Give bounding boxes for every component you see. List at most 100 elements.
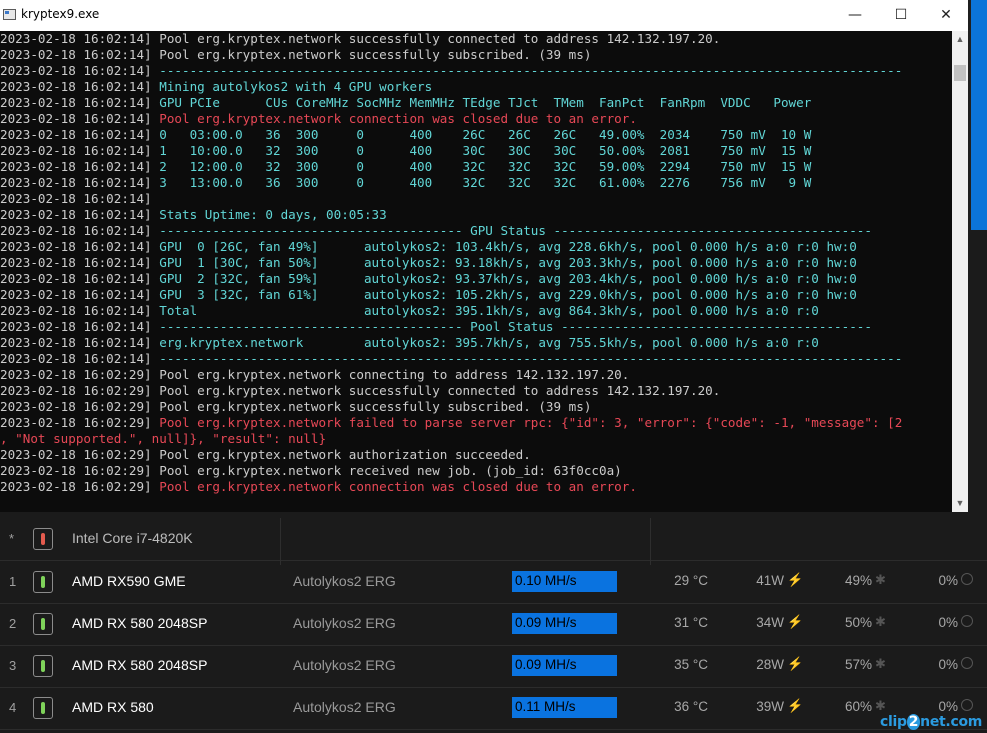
utilization-value: 0%	[938, 573, 958, 588]
temperature-value: 29 °C	[674, 573, 708, 588]
fan-speed-value: 57%	[844, 657, 872, 672]
log-message: 3 13:00.0 36 300 0 400 32C 32C 32C 61.00…	[159, 175, 812, 190]
log-message: Mining autolykos2 with 4 GPU workers	[159, 79, 433, 94]
log-message: Pool erg.kryptex.network connection was …	[159, 111, 637, 126]
console-line: 2023-02-18 16:02:14] -------------------…	[0, 351, 952, 367]
console-output[interactable]: 2023-02-18 16:02:14] Pool erg.kryptex.ne…	[0, 31, 952, 512]
utilization-value: 0%	[938, 657, 958, 672]
watermark-logo: clip 2 net.com	[880, 714, 982, 730]
log-timestamp: 2023-02-18 16:02:14]	[0, 255, 152, 270]
log-message: Stats Uptime: 0 days, 00:05:33	[159, 207, 387, 222]
hashrate-value: 0.10 MH/s	[515, 573, 577, 588]
title-bar[interactable]: kryptex9.exe — ☐ ✕	[0, 0, 968, 31]
maximize-button[interactable]: ☐	[878, 0, 924, 31]
algorithm-label: Autolykos2 ERG	[293, 615, 396, 631]
log-timestamp: 2023-02-18 16:02:29]	[0, 415, 152, 430]
log-timestamp: 2023-02-18 16:02:29]	[0, 399, 152, 414]
scrollbar-thumb[interactable]	[954, 65, 966, 81]
scroll-up-arrow-icon[interactable]: ▲	[952, 31, 968, 48]
device-name: AMD RX 580	[72, 699, 154, 715]
minimize-button[interactable]: —	[832, 0, 878, 31]
log-message: GPU 0 [26C, fan 49%] autolykos2: 103.4kh…	[159, 239, 857, 254]
gpu-row[interactable]: 1 AMD RX590 GME Autolykos2 ERG 0.10 MH/s 29 …	[0, 561, 987, 604]
log-timestamp: 2023-02-18 16:02:14]	[0, 31, 152, 46]
log-message: Total autolykos2: 395.1kh/s, avg 864.3kh…	[159, 303, 819, 318]
console-line: 2023-02-18 16:02:29] Pool erg.kryptex.ne…	[0, 447, 952, 463]
log-timestamp: 2023-02-18 16:02:14]	[0, 303, 152, 318]
scroll-down-arrow-icon[interactable]: ▼	[952, 495, 968, 512]
gauge-icon	[961, 657, 973, 669]
log-message: 0 03:00.0 36 300 0 400 26C 26C 26C 49.00…	[159, 127, 812, 142]
console-line: 2023-02-18 16:02:14] 3 13:00.0 36 300 0 …	[0, 175, 952, 191]
log-timestamp: 2023-02-18 16:02:14]	[0, 207, 152, 222]
log-message: 1 10:00.0 32 300 0 400 30C 30C 30C 50.00…	[159, 143, 812, 158]
console-line: 2023-02-18 16:02:14] Stats Uptime: 0 day…	[0, 207, 952, 223]
algorithm-label: Autolykos2 ERG	[293, 657, 396, 673]
console-line: 2023-02-18 16:02:14] GPU 0 [26C, fan 49%…	[0, 239, 952, 255]
row-index: *	[9, 531, 15, 546]
log-message: 2 12:00.0 32 300 0 400 32C 32C 32C 59.00…	[159, 159, 812, 174]
gpu-row[interactable]: 3 AMD RX 580 2048SP Autolykos2 ERG 0.09 MH/…	[0, 645, 987, 688]
watermark-suffix: net.com	[920, 714, 983, 730]
console-line: 2023-02-18 16:02:14]	[0, 191, 952, 207]
cpu-row[interactable]: * Intel Core i7-4820K	[0, 518, 987, 565]
log-timestamp: 2023-02-18 16:02:14]	[0, 175, 152, 190]
power-bolt-icon: ⚡	[787, 572, 804, 587]
console-line: 2023-02-18 16:02:14] Total autolykos2: 3…	[0, 303, 952, 319]
log-message: Pool erg.kryptex.network successfully co…	[159, 31, 721, 46]
console-line: , "Not supported.", null]}, "result": nu…	[0, 431, 952, 447]
console-line: 2023-02-18 16:02:29] Pool erg.kryptex.ne…	[0, 463, 952, 479]
temperature-value: 35 °C	[674, 657, 708, 672]
column-divider	[280, 518, 281, 565]
vertical-scrollbar[interactable]: ▲ ▼	[952, 31, 968, 512]
log-timestamp: 2023-02-18 16:02:14]	[0, 319, 152, 334]
log-timestamp: 2023-02-18 16:02:14]	[0, 143, 152, 158]
temperature-value: 36 °C	[674, 699, 708, 714]
gpu-card-icon	[33, 613, 53, 635]
log-timestamp: 2023-02-18 16:02:14]	[0, 95, 152, 110]
log-timestamp: 2023-02-18 16:02:29]	[0, 463, 152, 478]
watermark-mid: 2	[906, 714, 921, 730]
log-message: Pool erg.kryptex.network successfully su…	[159, 47, 592, 62]
close-button[interactable]: ✕	[923, 0, 969, 31]
device-name: AMD RX590 GME	[72, 573, 186, 589]
gpu-row[interactable]: 2 AMD RX 580 2048SP Autolykos2 ERG 0.09 MH/…	[0, 603, 987, 646]
hashrate-value: 0.11 MH/s	[515, 699, 576, 714]
hashrate-value: 0.09 MH/s	[515, 615, 577, 630]
power-value: 41W	[756, 573, 784, 588]
cpu-chip-icon	[33, 528, 53, 550]
power-bolt-icon: ⚡	[787, 614, 804, 629]
fan-icon: ✱	[875, 614, 886, 629]
log-message: Pool erg.kryptex.network connection was …	[159, 479, 637, 494]
row-index: 2	[9, 616, 17, 631]
device-name: Intel Core i7-4820K	[72, 530, 193, 546]
console-line: 2023-02-18 16:02:14] GPU 3 [32C, fan 61%…	[0, 287, 952, 303]
log-timestamp: 2023-02-18 16:02:14]	[0, 223, 152, 238]
gpu-row[interactable]: 4 AMD RX 580 Autolykos2 ERG 0.11 MH/s 36 °C 3…	[0, 687, 987, 730]
console-line: 2023-02-18 16:02:29] Pool erg.kryptex.ne…	[0, 479, 952, 495]
console-line: 2023-02-18 16:02:14] Pool erg.kryptex.ne…	[0, 31, 952, 47]
console-line: 2023-02-18 16:02:14] Pool erg.kryptex.ne…	[0, 111, 952, 127]
log-message: Pool erg.kryptex.network received new jo…	[159, 463, 622, 478]
hashrate-bar: 0.11 MH/s	[512, 697, 617, 718]
column-divider	[650, 518, 651, 565]
console-app-icon	[3, 9, 16, 20]
console-line: 2023-02-18 16:02:14] GPU PCIe CUs CoreMH…	[0, 95, 952, 111]
hashrate-bar: 0.10 MH/s	[512, 571, 617, 592]
log-timestamp: 2023-02-18 16:02:14]	[0, 271, 152, 286]
console-line: 2023-02-18 16:02:14] 2 12:00.0 32 300 0 …	[0, 159, 952, 175]
log-timestamp: 2023-02-18 16:02:29]	[0, 367, 152, 382]
log-timestamp: 2023-02-18 16:02:29]	[0, 383, 152, 398]
console-line: 2023-02-18 16:02:14] -------------------…	[0, 223, 952, 239]
utilization-value: 0%	[938, 699, 958, 714]
console-line: 2023-02-18 16:02:29] Pool erg.kryptex.ne…	[0, 367, 952, 383]
log-message: Pool erg.kryptex.network failed to parse…	[159, 415, 903, 430]
log-timestamp: 2023-02-18 16:02:14]	[0, 191, 152, 206]
log-timestamp: 2023-02-18 16:02:29]	[0, 447, 152, 462]
log-timestamp: 2023-02-18 16:02:14]	[0, 351, 152, 366]
console-line: 2023-02-18 16:02:14] Mining autolykos2 w…	[0, 79, 952, 95]
log-message: erg.kryptex.network autolykos2: 395.7kh/…	[159, 335, 819, 350]
console-line: 2023-02-18 16:02:14] 0 03:00.0 36 300 0 …	[0, 127, 952, 143]
console-line: 2023-02-18 16:02:14] GPU 2 [32C, fan 59%…	[0, 271, 952, 287]
log-message: ----------------------------------------…	[159, 63, 903, 78]
